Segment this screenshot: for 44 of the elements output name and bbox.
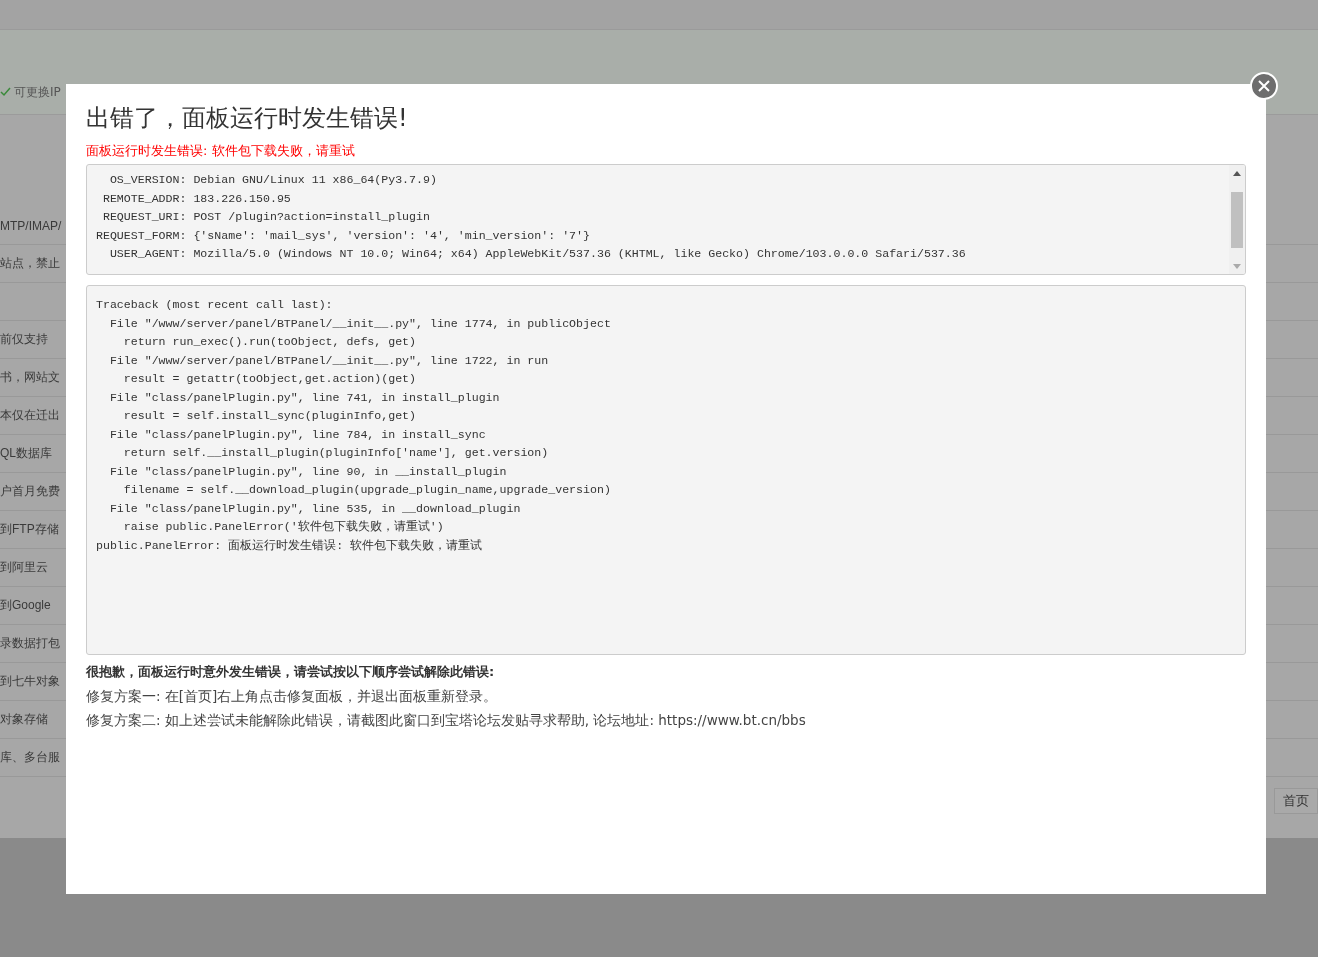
row-text: 对象存储 bbox=[0, 711, 48, 728]
close-icon bbox=[1258, 80, 1270, 92]
row-text: 书，网站文 bbox=[0, 369, 60, 386]
row-text: 到七牛对象 bbox=[0, 673, 60, 690]
row-text: 站点，禁止 bbox=[0, 255, 60, 272]
traceback-line: return run_exec().run(toObject, defs, get) bbox=[122, 334, 418, 350]
traceback-line: File "class/panelPlugin.py", line 535, in __download_plugin bbox=[108, 500, 522, 517]
traceback-line: File "class/panelPlugin.py", line 90, in __install_plugin bbox=[108, 463, 508, 480]
row-text: MTP/IMAP/ bbox=[0, 218, 62, 233]
environment-line: USER_AGENT: Mozilla/5.0 (Windows NT 10.0; Win64; x64) AppleWebKit/537.36 (KHTML, like Gecko) Chrome/103.0.0.0 Safari/537.36 bbox=[108, 246, 967, 262]
help-text: 修复方案一: 在[首页]右上角点击修复面板，并退出面板重新登录。 bbox=[86, 687, 499, 706]
environment-line: REQUEST_URI: POST /plugin?action=install_plugin bbox=[101, 209, 431, 225]
environment-line: REMOTE_ADDR: 183.226.150.95 bbox=[101, 190, 292, 207]
row-text: 到阿里云 bbox=[0, 559, 48, 576]
scrollbar[interactable] bbox=[1229, 165, 1245, 274]
traceback-line: File "class/panelPlugin.py", line 784, in install_sync bbox=[108, 426, 487, 443]
row-text: 到Google bbox=[0, 597, 51, 614]
dialog-title: 出错了，面板运行时发生错误! bbox=[86, 103, 409, 134]
help-heading: 很抱歉，面板运行时意外发生错误，请尝试按以下顺序尝试解除此错误: bbox=[86, 663, 496, 681]
traceback-line: File "/www/server/panel/BTPanel/__init__.py", line 1722, in run bbox=[108, 352, 550, 369]
traceback-line: result = self.install_sync(pluginInfo,get) bbox=[122, 408, 418, 424]
traceback-line: raise public.PanelError('软件包下载失败，请重试') bbox=[122, 519, 445, 535]
row-text: 前仅支持 bbox=[0, 331, 48, 348]
scroll-up-icon[interactable] bbox=[1233, 170, 1241, 176]
traceback-line: Traceback (most recent call last): bbox=[96, 297, 334, 313]
error-summary: 面板运行时发生错误: 软件包下载失败，请重试 bbox=[86, 142, 356, 160]
environment-line: REQUEST_FORM: {'sName': 'mail_sys', 'version': '4', 'min_version': '7'} bbox=[96, 227, 591, 244]
row-text: QL数据库 bbox=[0, 445, 52, 462]
traceback-line: filename = self.__download_plugin(upgrade_plugin_name,upgrade_version) bbox=[122, 482, 612, 498]
help-text: 修复方案二: 如上述尝试未能解除此错误，请截图此窗口到宝塔论坛发贴寻求帮助, 论坛地址: https://www.bt.cn/bbs bbox=[86, 711, 807, 730]
traceback-line: public.PanelError: 面板运行时发生错误: 软件包下载失败，请重试 bbox=[96, 537, 484, 554]
traceback-line: result = getattr(toObject,get.action)(get) bbox=[122, 371, 418, 387]
row-text: 库、多台服 bbox=[0, 749, 60, 766]
ip-note: 可更换IP bbox=[14, 83, 61, 101]
traceback-line: File "/www/server/panel/BTPanel/__init__.py", line 1774, in publicObject bbox=[108, 315, 612, 332]
row-text: 到FTP存储 bbox=[0, 521, 59, 538]
row-text: 本仅在迁出 bbox=[0, 407, 60, 424]
check-icon bbox=[0, 87, 11, 97]
row-text: 录数据打包 bbox=[0, 635, 60, 652]
traceback-line: File "class/panelPlugin.py", line 741, in install_plugin bbox=[108, 389, 501, 406]
home-page-button[interactable]: 首页 bbox=[1274, 788, 1318, 814]
environment-line: OS_VERSION: Debian GNU/Linux 11 x86_64(Py3.7.9) bbox=[108, 172, 438, 188]
row-text: 户首月免费 bbox=[0, 483, 60, 500]
traceback-line: return self.__install_plugin(pluginInfo['name'], get.version) bbox=[122, 445, 550, 461]
